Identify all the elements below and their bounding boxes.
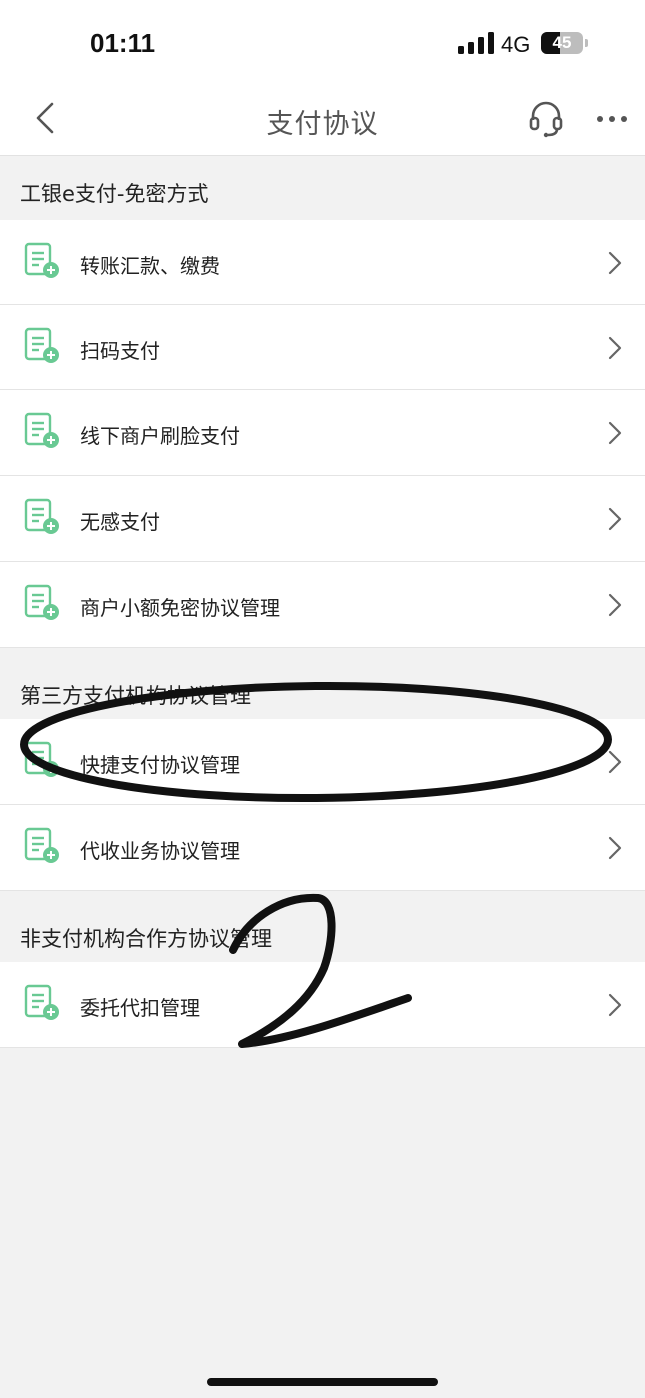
document-add-icon	[24, 984, 59, 1020]
list-item-transfer[interactable]: 转账汇款、缴费	[0, 220, 645, 305]
list-item-label: 转账汇款、缴费	[80, 254, 220, 278]
list-item-face-pay[interactable]: 线下商户刷脸支付	[0, 390, 645, 476]
list-item-label: 扫码支付	[80, 339, 160, 363]
chevron-right-icon	[608, 507, 622, 531]
section-header-third-party: 第三方支付机构协议管理	[0, 648, 645, 719]
network-type: 4G	[501, 32, 531, 57]
list-item-label: 无感支付	[80, 510, 160, 534]
list-item-entrusted-debit[interactable]: 委托代扣管理	[0, 962, 645, 1048]
list-item-qr-pay[interactable]: 扫码支付	[0, 305, 645, 390]
battery-icon: 45	[541, 32, 589, 56]
status-time: 01:11	[90, 28, 156, 58]
chevron-right-icon	[608, 593, 622, 617]
nav-bar: 支付协议	[0, 86, 645, 156]
section-title: 第三方支付机构协议管理	[20, 684, 251, 708]
list-item-label: 委托代扣管理	[80, 996, 200, 1020]
chevron-right-icon	[608, 251, 622, 275]
list-item-collection[interactable]: 代收业务协议管理	[0, 805, 645, 891]
home-indicator[interactable]	[207, 1378, 438, 1386]
more-icon[interactable]	[592, 104, 632, 134]
list-item-sensorless-pay[interactable]: 无感支付	[0, 476, 645, 562]
document-add-icon	[24, 242, 59, 278]
document-add-icon	[24, 327, 59, 363]
battery-level: 45	[552, 33, 572, 52]
chevron-right-icon	[608, 993, 622, 1017]
list-item-label: 代收业务协议管理	[80, 839, 240, 863]
chevron-right-icon	[608, 836, 622, 860]
chevron-right-icon	[608, 421, 622, 445]
status-bar: 01:11 4G 45	[0, 0, 645, 86]
document-add-icon	[24, 412, 59, 448]
document-add-icon	[24, 584, 59, 620]
section-title: 工银e支付-免密方式	[20, 182, 209, 206]
list-item-label: 快捷支付协议管理	[80, 753, 240, 777]
signal-icon	[458, 32, 494, 54]
list-item-label: 线下商户刷脸支付	[80, 424, 240, 448]
chevron-right-icon	[608, 750, 622, 774]
list-item-quick-pay[interactable]: 快捷支付协议管理	[0, 719, 645, 805]
section-title: 非支付机构合作方协议管理	[20, 927, 272, 951]
list-item-small-amount[interactable]: 商户小额免密协议管理	[0, 562, 645, 648]
section-header-non-payment: 非支付机构合作方协议管理	[0, 891, 645, 962]
document-add-icon	[24, 741, 59, 777]
headset-icon[interactable]	[526, 98, 566, 138]
list-item-label: 商户小额免密协议管理	[80, 596, 280, 620]
document-add-icon	[24, 498, 59, 534]
chevron-right-icon	[608, 336, 622, 360]
document-add-icon	[24, 827, 59, 863]
section-header-e-pay: 工银e支付-免密方式	[0, 156, 645, 220]
